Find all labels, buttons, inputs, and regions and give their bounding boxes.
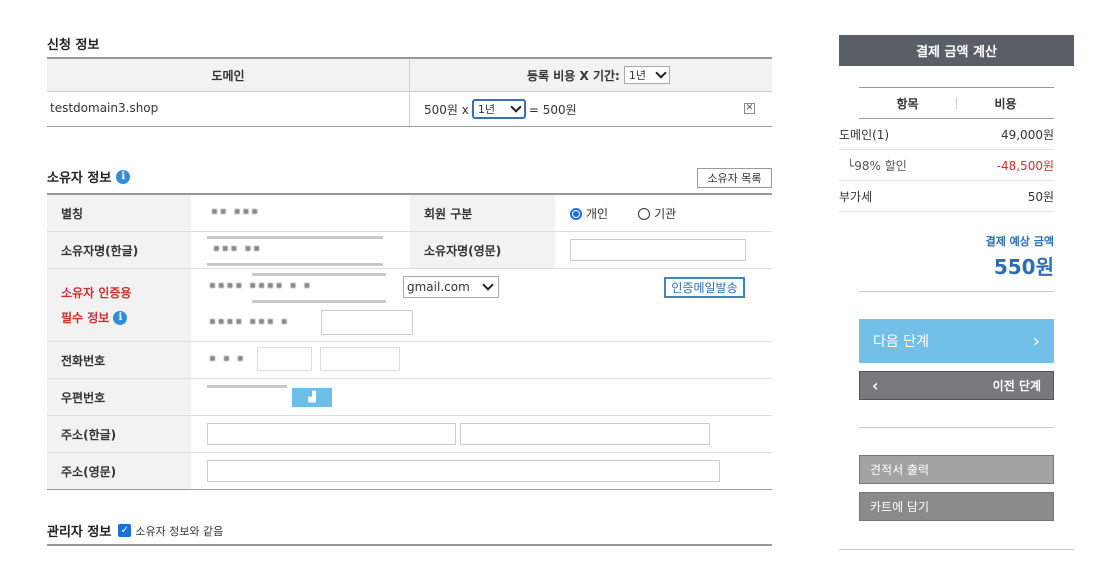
prev-step-label: 이전 단계 bbox=[992, 379, 1041, 393]
period-select[interactable]: 1년 bbox=[471, 99, 526, 119]
add-to-cart-label: 카트에 담기 bbox=[870, 500, 930, 514]
owner-list-button[interactable]: 소유자 목록 bbox=[697, 168, 772, 188]
label-alias: 별칭 bbox=[47, 195, 191, 231]
phone-last-input[interactable] bbox=[320, 347, 400, 371]
name-en-input[interactable] bbox=[570, 239, 746, 261]
label-address-kr: 주소(한글) bbox=[47, 416, 191, 452]
radio-organization[interactable] bbox=[638, 207, 651, 220]
label-name-kr: 소유자명(한글) bbox=[47, 232, 191, 268]
expected-label: 결제 예상 금액 bbox=[985, 235, 1054, 248]
application-row: testdomain3.shop 500원 x 1년 = 500원 ✕ bbox=[47, 90, 772, 127]
summary-header: 항목 비용 bbox=[859, 87, 1054, 119]
address-kr-detail-input[interactable] bbox=[460, 423, 710, 445]
chevron-right-icon: › bbox=[1032, 330, 1040, 352]
same-as-owner-checkbox[interactable]: ✓ bbox=[118, 524, 132, 537]
address-kr-input[interactable] bbox=[207, 423, 456, 445]
vat-label: 부가세 bbox=[839, 189, 873, 204]
expected-amount: 550원 bbox=[993, 255, 1054, 279]
chevron-left-icon: ‹ bbox=[872, 376, 879, 395]
postcode-search-button[interactable]: ▟ bbox=[292, 388, 332, 407]
label-postcode: 우편번호 bbox=[47, 379, 191, 415]
label-auth-line1: 소유자 인증용 bbox=[61, 286, 132, 300]
owner-table: 별칭 ▪▪ ▪▪▪ 회원 구분 개인 기관 소유자명(한글) ▪▪▪ ▪▪ 소유… bbox=[47, 193, 772, 490]
col-cost: 비용 bbox=[994, 96, 1017, 111]
label-auth-line2: 필수 정보 bbox=[61, 311, 110, 325]
column-domain: 도메인 bbox=[211, 68, 245, 83]
application-section-title: 신청 정보 bbox=[47, 38, 100, 53]
name-kr-value: ▪▪▪ ▪▪ bbox=[213, 243, 263, 254]
summary-row-discount: └98% 할인 -48,500원 bbox=[839, 150, 1054, 181]
row-address-en: 주소(영문) bbox=[47, 453, 772, 490]
label-address-en: 주소(영문) bbox=[47, 453, 191, 489]
application-table-header: 도메인 등록 비용 X 기간: 1년 bbox=[47, 57, 772, 92]
prev-step-button[interactable]: ‹ 이전 단계 bbox=[859, 371, 1054, 400]
domain-cost: 49,000원 bbox=[1000, 127, 1054, 142]
email-domain-value: gmail.com bbox=[407, 280, 470, 294]
chevron-down-icon bbox=[510, 101, 522, 113]
owner-section-title: 소유자 정보 bbox=[47, 171, 112, 186]
row-auth: 소유자 인증용 필수 정보 i ▪▪▪▪ ▪▪▪▪ ▪ ▪ gmail.com … bbox=[47, 269, 772, 342]
admin-section-title: 관리자 정보 bbox=[47, 525, 112, 540]
info-icon[interactable]: i bbox=[113, 310, 128, 325]
column-cost-period: 등록 비용 X 기간: bbox=[527, 68, 620, 83]
label-organization: 기관 bbox=[654, 207, 677, 221]
row-total: = 500원 bbox=[528, 102, 577, 117]
label-member-type: 회원 구분 bbox=[410, 195, 555, 231]
row-address-kr: 주소(한글) bbox=[47, 416, 772, 453]
domain-label: 도메인(1) bbox=[839, 127, 890, 142]
alias-value: ▪▪ ▪▪▪ bbox=[211, 206, 261, 217]
row-phone: 전화번호 ▪ ▪ ▪ bbox=[47, 342, 772, 379]
row-postcode: 우편번호 ▟ bbox=[47, 379, 772, 416]
info-icon[interactable]: i bbox=[116, 169, 131, 184]
print-estimate-button[interactable]: 견적서 출력 bbox=[859, 455, 1054, 484]
unit-price: 500원 x bbox=[424, 102, 469, 117]
domain-name: testdomain3.shop bbox=[50, 101, 159, 115]
period-value: 1년 bbox=[477, 103, 495, 116]
same-as-owner-label: 소유자 정보와 같음 bbox=[135, 524, 224, 538]
next-step-button[interactable]: 다음 단계 › bbox=[859, 319, 1054, 363]
phone-first-value: ▪ ▪ ▪ bbox=[209, 353, 246, 364]
remove-row-icon[interactable]: ✕ bbox=[744, 103, 755, 114]
chevron-down-icon bbox=[482, 279, 494, 291]
next-step-label: 다음 단계 bbox=[873, 334, 929, 350]
period-all-value: 1년 bbox=[628, 69, 646, 82]
label-personal: 개인 bbox=[586, 207, 609, 221]
payment-summary-panel: 결제 금액 계산 항목 비용 도메인(1) 49,000원 └98% 할인 -4… bbox=[839, 35, 1074, 550]
label-phone: 전화번호 bbox=[47, 342, 191, 378]
row-owner-name: 소유자명(한글) ▪▪▪ ▪▪ 소유자명(영문) bbox=[47, 232, 772, 269]
period-all-select[interactable]: 1년 bbox=[623, 66, 670, 84]
row-alias: 별칭 ▪▪ ▪▪▪ 회원 구분 개인 기관 bbox=[47, 195, 772, 232]
summary-row-domain: 도메인(1) 49,000원 bbox=[839, 119, 1054, 150]
auth-code-input[interactable] bbox=[321, 310, 413, 335]
discount-cost: -48,500원 bbox=[996, 158, 1054, 173]
email-domain-select[interactable]: gmail.com bbox=[403, 276, 499, 298]
divider bbox=[47, 544, 772, 546]
address-en-input[interactable] bbox=[207, 460, 720, 482]
label-name-en: 소유자명(영문) bbox=[410, 232, 555, 268]
summary-row-vat: 부가세 50원 bbox=[839, 181, 1054, 212]
add-to-cart-button[interactable]: 카트에 담기 bbox=[859, 492, 1054, 521]
summary-title: 결제 금액 계산 bbox=[839, 35, 1074, 66]
phone-middle-input[interactable] bbox=[257, 347, 312, 371]
radio-personal[interactable] bbox=[570, 207, 582, 220]
vat-cost: 50원 bbox=[1027, 189, 1054, 204]
print-estimate-label: 견적서 출력 bbox=[870, 463, 930, 477]
send-auth-mail-button[interactable]: 인증메일발송 bbox=[664, 277, 745, 298]
chevron-down-icon bbox=[655, 67, 667, 79]
phone-auth-value: ▪▪▪▪ ▪▪▪ ▪ bbox=[209, 316, 290, 327]
email-id-value: ▪▪▪▪ ▪▪▪▪ ▪ ▪ bbox=[209, 280, 313, 291]
discount-label: └98% 할인 bbox=[847, 158, 907, 173]
col-item: 항목 bbox=[896, 96, 919, 111]
